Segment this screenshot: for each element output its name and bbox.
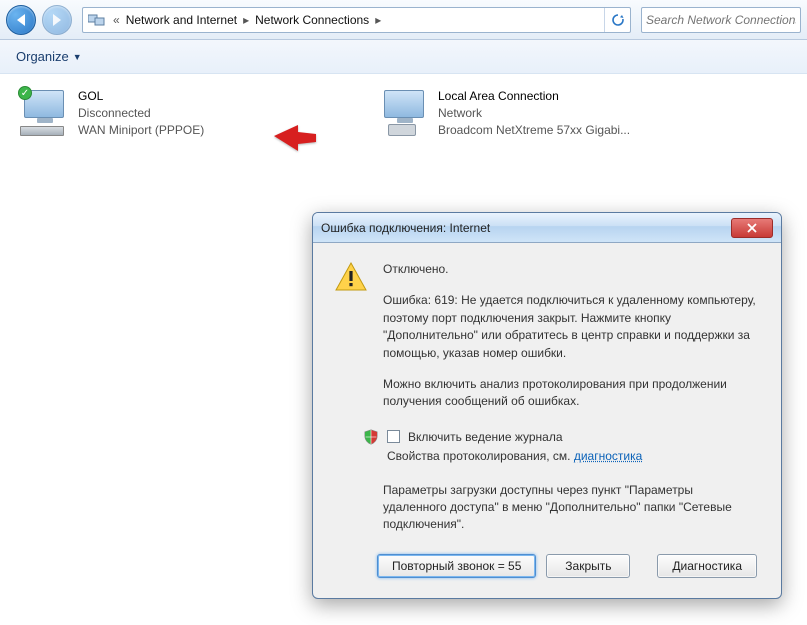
enable-logging-checkbox[interactable]: [387, 430, 400, 443]
diagnostics-link[interactable]: диагностика: [574, 449, 642, 463]
connection-icon: ✓: [20, 88, 68, 136]
redial-button[interactable]: Повторный звонок = 55: [377, 554, 536, 578]
organize-toolbar: Organize ▼: [0, 40, 807, 74]
dialog-titlebar[interactable]: Ошибка подключения: Internet: [313, 213, 781, 243]
status-ok-icon: ✓: [18, 86, 32, 100]
connection-icon: [380, 88, 428, 136]
connection-title: GOL: [78, 88, 204, 105]
dialog-buttons: Повторный звонок = 55 Закрыть Диагностик…: [335, 554, 759, 580]
shield-icon: [363, 429, 379, 445]
back-button[interactable]: [6, 5, 36, 35]
chevron-right-icon: ▸: [373, 13, 383, 27]
arrow-left-icon: [272, 122, 318, 156]
warning-icon: [335, 261, 367, 293]
chevron-down-icon: ▼: [73, 52, 82, 62]
connections-area: ✓ GOL Disconnected WAN Miniport (PPPOE) …: [0, 74, 807, 152]
chevron-right-icon: ▸: [241, 13, 251, 27]
connection-title: Local Area Connection: [438, 88, 630, 105]
breadcrumb-network-internet[interactable]: Network and Internet: [122, 13, 241, 27]
search-input[interactable]: [646, 13, 796, 27]
dialog-body: Отключено. Ошибка: 619: Не удается подкл…: [313, 243, 781, 598]
organize-button[interactable]: Organize ▼: [10, 45, 88, 68]
organize-label: Organize: [16, 49, 69, 64]
annotation-arrow: [272, 122, 318, 161]
search-box[interactable]: [641, 7, 801, 33]
dialog-title: Ошибка подключения: Internet: [321, 221, 731, 235]
breadcrumb-sep: «: [111, 13, 122, 27]
connection-status: Disconnected: [78, 105, 204, 122]
nav-bar: « Network and Internet ▸ Network Connect…: [0, 0, 807, 40]
enable-logging-label: Включить ведение журнала: [408, 429, 563, 446]
forward-button[interactable]: [42, 5, 72, 35]
breadcrumb-network-connections[interactable]: Network Connections: [251, 13, 373, 27]
close-button[interactable]: [731, 218, 773, 238]
logging-properties-line: Свойства протоколирования, см. диагности…: [387, 448, 759, 465]
dialog-status: Отключено.: [383, 261, 759, 278]
diagnostics-button[interactable]: Диагностика: [657, 554, 757, 578]
dialog-params-text: Параметры загрузки доступны через пункт …: [383, 482, 759, 534]
close-dialog-button[interactable]: Закрыть: [546, 554, 630, 578]
connection-status: Network: [438, 105, 630, 122]
refresh-button[interactable]: [604, 8, 630, 32]
connection-device: Broadcom NetXtreme 57xx Gigabi...: [438, 122, 630, 139]
arrow-right-icon: [53, 14, 61, 26]
connection-lan[interactable]: Local Area Connection Network Broadcom N…: [380, 88, 680, 138]
logging-properties-prefix: Свойства протоколирования, см.: [387, 449, 574, 463]
connection-device: WAN Miniport (PPPOE): [78, 122, 204, 139]
arrow-left-icon: [17, 14, 25, 26]
error-dialog: Ошибка подключения: Internet Отключено. …: [312, 212, 782, 599]
close-icon: [746, 223, 758, 233]
dialog-note: Можно включить анализ протоколирования п…: [383, 376, 759, 411]
network-icon: [87, 11, 107, 29]
dialog-error-text: Ошибка: 619: Не удается подключиться к у…: [383, 292, 759, 362]
address-bar[interactable]: « Network and Internet ▸ Network Connect…: [82, 7, 631, 33]
refresh-icon: [611, 13, 625, 27]
